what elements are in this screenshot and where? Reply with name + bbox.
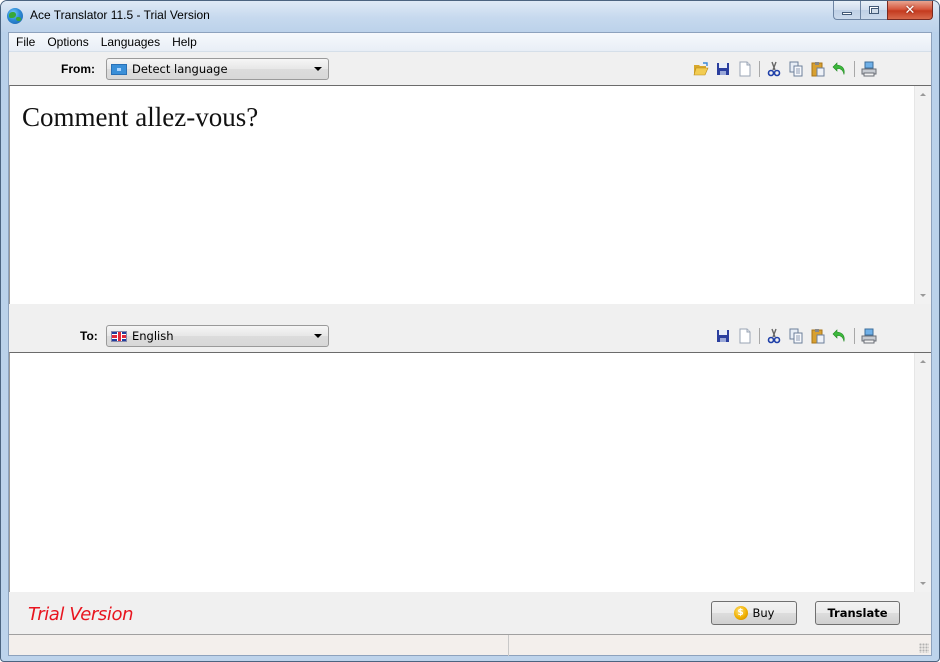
- close-icon: ✕: [904, 2, 916, 18]
- toolbar-separator: [854, 328, 855, 344]
- source-toolbar: [690, 59, 880, 79]
- cut-icon: [767, 61, 781, 77]
- scroll-up-icon[interactable]: [920, 360, 926, 363]
- save-icon: [717, 63, 729, 75]
- menu-languages[interactable]: Languages: [95, 33, 166, 52]
- from-label: From:: [61, 62, 95, 76]
- dropdown-arrow-icon: [314, 334, 322, 338]
- translate-label: Translate: [827, 606, 888, 620]
- cut-icon: [767, 328, 781, 344]
- target-scrollbar[interactable]: [914, 353, 931, 592]
- print-button[interactable]: [860, 60, 878, 78]
- source-language-bar: From: Detect language: [9, 53, 931, 85]
- minimize-icon: [842, 11, 852, 15]
- menu-file[interactable]: File: [10, 33, 41, 52]
- translate-button[interactable]: Translate: [815, 601, 900, 625]
- maximize-button[interactable]: [860, 1, 887, 20]
- coin-icon: $: [733, 606, 748, 620]
- scroll-up-icon[interactable]: [920, 93, 926, 96]
- print-icon: [861, 61, 877, 77]
- buy-label: Buy: [752, 606, 775, 620]
- target-language-select[interactable]: English: [106, 325, 329, 347]
- source-scrollbar[interactable]: [914, 86, 931, 304]
- maximize-icon: [869, 6, 879, 14]
- copy-button[interactable]: [787, 60, 805, 78]
- source-language-select[interactable]: Detect language: [106, 58, 329, 80]
- open-button[interactable]: [692, 60, 710, 78]
- client-area: File Options Languages Help From: Detect…: [8, 32, 932, 656]
- source-language-value: Detect language: [132, 62, 228, 76]
- minimize-button[interactable]: [833, 1, 860, 20]
- target-toolbar: [712, 326, 880, 346]
- cut-button[interactable]: [765, 60, 783, 78]
- target-language-value: English: [132, 329, 174, 343]
- save-button[interactable]: [714, 327, 732, 345]
- print-icon: [861, 328, 877, 344]
- toolbar-separator: [854, 61, 855, 77]
- new-document-icon: [739, 328, 751, 344]
- scroll-down-icon[interactable]: [920, 582, 926, 585]
- app-window: Ace Translator 11.5 - Trial Version ✕ Fi…: [0, 0, 940, 662]
- new-document-icon: [739, 61, 751, 77]
- paste-button[interactable]: [809, 327, 827, 345]
- open-folder-icon: [693, 62, 709, 76]
- undo-button[interactable]: [831, 60, 849, 78]
- copy-icon: [789, 328, 803, 344]
- globe-icon: [7, 8, 23, 24]
- scroll-down-icon[interactable]: [920, 294, 926, 297]
- window-controls: ✕: [833, 1, 933, 21]
- uk-flag-icon: [111, 330, 127, 342]
- trial-version-label: Trial Version: [28, 604, 134, 625]
- menu-bar: File Options Languages Help: [9, 33, 931, 52]
- paste-icon: [811, 62, 825, 77]
- paste-icon: [811, 329, 825, 344]
- cut-button[interactable]: [765, 327, 783, 345]
- source-text: Comment allez-vous?: [22, 102, 259, 132]
- target-language-bar: To: English: [9, 320, 931, 352]
- new-document-button[interactable]: [736, 60, 754, 78]
- toolbar-separator: [759, 328, 760, 344]
- paste-button[interactable]: [809, 60, 827, 78]
- to-label: To:: [80, 329, 98, 343]
- window-title: Ace Translator 11.5 - Trial Version: [30, 8, 210, 22]
- buy-button[interactable]: $ Buy: [711, 601, 797, 625]
- copy-button[interactable]: [787, 327, 805, 345]
- close-button[interactable]: ✕: [887, 1, 933, 20]
- resize-grip-icon[interactable]: [919, 643, 929, 653]
- menu-options[interactable]: Options: [41, 33, 94, 52]
- detect-language-icon: [111, 63, 127, 75]
- save-icon: [717, 330, 729, 342]
- footer-bar: Trial Version $ Buy Translate: [9, 592, 931, 634]
- title-bar[interactable]: Ace Translator 11.5 - Trial Version ✕: [1, 1, 939, 32]
- menu-help[interactable]: Help: [166, 33, 203, 52]
- target-text-area[interactable]: [9, 352, 931, 592]
- toolbar-separator: [759, 61, 760, 77]
- save-button[interactable]: [714, 60, 732, 78]
- new-document-button[interactable]: [736, 327, 754, 345]
- status-pane-right: [510, 635, 931, 656]
- undo-icon: [832, 329, 845, 342]
- print-button[interactable]: [860, 327, 878, 345]
- undo-icon: [832, 62, 845, 75]
- source-text-area[interactable]: Comment allez-vous?: [9, 85, 931, 304]
- dropdown-arrow-icon: [314, 67, 322, 71]
- status-pane-left: [9, 635, 509, 656]
- status-bar: [9, 634, 931, 656]
- undo-button[interactable]: [831, 327, 849, 345]
- copy-icon: [789, 61, 803, 77]
